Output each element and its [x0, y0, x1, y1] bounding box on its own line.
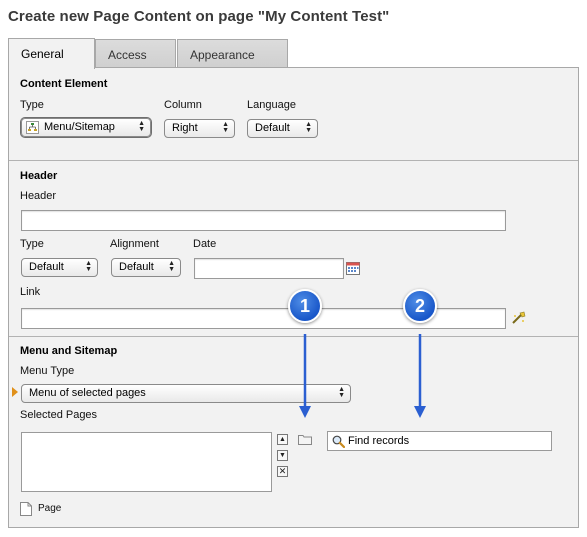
select-arrows-icon: ▲ ▼: [305, 121, 312, 134]
menu-type-value: Menu of selected pages: [29, 387, 146, 399]
remove-icon[interactable]: ✕: [277, 466, 288, 477]
calendar-icon[interactable]: [346, 261, 360, 275]
content-element-title: Content Element: [20, 78, 108, 90]
language-label: Language: [247, 99, 296, 111]
select-arrows-icon: ▲ ▼: [338, 386, 345, 399]
date-input[interactable]: [194, 258, 344, 279]
alignment-select[interactable]: Default ▲ ▼: [111, 258, 181, 277]
move-down-icon[interactable]: ▼: [277, 450, 288, 461]
section-divider: [9, 336, 578, 337]
menu-section-title: Menu and Sitemap: [20, 345, 118, 357]
language-select[interactable]: Default ▲ ▼: [247, 119, 318, 138]
page-icon: [20, 502, 32, 516]
annotation-marker-2: 2: [403, 289, 437, 323]
header-input[interactable]: [21, 210, 506, 231]
language-value: Default: [255, 122, 290, 134]
alignment-label: Alignment: [110, 238, 159, 250]
tab-appearance-label: Appearance: [190, 48, 255, 62]
tab-appearance[interactable]: Appearance: [177, 39, 288, 68]
menu-type-select[interactable]: Menu of selected pages ▲ ▼: [21, 384, 351, 403]
find-records-text: Find records: [348, 435, 410, 447]
content-type-value: Menu/Sitemap: [44, 121, 115, 133]
magnifier-icon: [332, 435, 346, 449]
marker-1-number: 1: [299, 296, 310, 316]
select-arrows-icon: ▲ ▼: [168, 260, 175, 273]
date-label: Date: [193, 238, 217, 250]
column-value: Right: [172, 122, 198, 134]
header-section-title: Header: [20, 170, 58, 182]
select-arrows-icon: ▲ ▼: [222, 121, 229, 134]
header-type-value: Default: [29, 261, 64, 273]
select-arrows-icon: ▲ ▼: [85, 260, 92, 273]
header-type-label: Type: [20, 238, 44, 250]
column-label: Column: [164, 99, 202, 111]
move-up-icon[interactable]: ▲: [277, 434, 288, 445]
content-type-select[interactable]: Menu/Sitemap ▲ ▼: [21, 118, 151, 137]
selected-pages-list[interactable]: [21, 432, 272, 492]
header-field-label: Header: [20, 190, 57, 202]
link-wizard-icon[interactable]: [511, 311, 527, 325]
header-type-select[interactable]: Default ▲ ▼: [21, 258, 98, 277]
select-arrows-icon: ▲ ▼: [138, 120, 145, 133]
section-divider: [9, 160, 578, 161]
annotation-marker-1: 1: [288, 289, 322, 323]
tab-general-label: General: [21, 47, 64, 61]
find-records-input[interactable]: Find records: [327, 431, 552, 451]
menu-type-label: Menu Type: [20, 365, 75, 377]
folder-icon[interactable]: [298, 434, 312, 445]
marker-2-number: 2: [414, 296, 425, 316]
alignment-value: Default: [119, 261, 154, 273]
tab-access[interactable]: Access: [95, 39, 176, 68]
required-marker-icon: [12, 387, 18, 397]
type-label: Type: [20, 99, 44, 111]
page-label: Page: [38, 503, 62, 514]
link-label: Link: [20, 286, 41, 298]
sitemap-icon: [26, 121, 39, 134]
column-select[interactable]: Right ▲ ▼: [164, 119, 235, 138]
selected-pages-label: Selected Pages: [20, 409, 98, 421]
tab-access-label: Access: [108, 48, 147, 62]
page-title: Create new Page Content on page "My Cont…: [8, 8, 390, 25]
tab-general[interactable]: General: [8, 38, 95, 69]
